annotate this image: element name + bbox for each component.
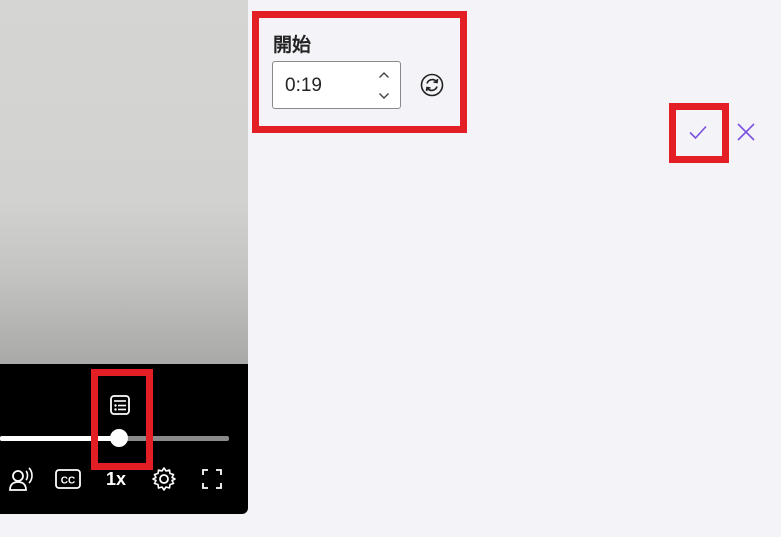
fullscreen-icon [202,469,222,489]
settings-button[interactable] [149,465,179,493]
captions-button[interactable]: CC [53,465,83,493]
chapters-list-icon [110,395,130,415]
chevron-down-icon [379,93,389,99]
gear-icon [152,467,176,491]
seek-bar-thumb[interactable] [110,429,129,447]
video-frame[interactable] [0,0,248,364]
start-time-input[interactable] [285,74,367,98]
checkmark-icon [689,125,707,140]
start-time-field[interactable] [272,61,401,109]
chevron-up-icon [379,72,389,78]
confirm-button[interactable] [684,118,712,146]
reset-time-button[interactable] [419,72,445,98]
decrement-button[interactable] [376,88,392,104]
audio-description-button[interactable] [6,465,36,493]
cancel-button[interactable] [732,118,760,146]
chapters-button[interactable] [108,393,132,417]
captions-label: CC [61,476,75,487]
playback-speed-button[interactable]: 1x [101,465,131,493]
video-player: CC 1x [0,0,248,514]
audio-description-icon [9,467,33,491]
refresh-icon [420,73,444,97]
close-icon [737,123,755,141]
playback-speed-label: 1x [105,468,127,489]
fullscreen-button[interactable] [198,465,226,493]
seek-bar-progress [0,436,120,441]
closed-captions-icon: CC [55,469,81,489]
increment-button[interactable] [376,67,392,83]
start-time-label: 開始 [273,35,312,56]
